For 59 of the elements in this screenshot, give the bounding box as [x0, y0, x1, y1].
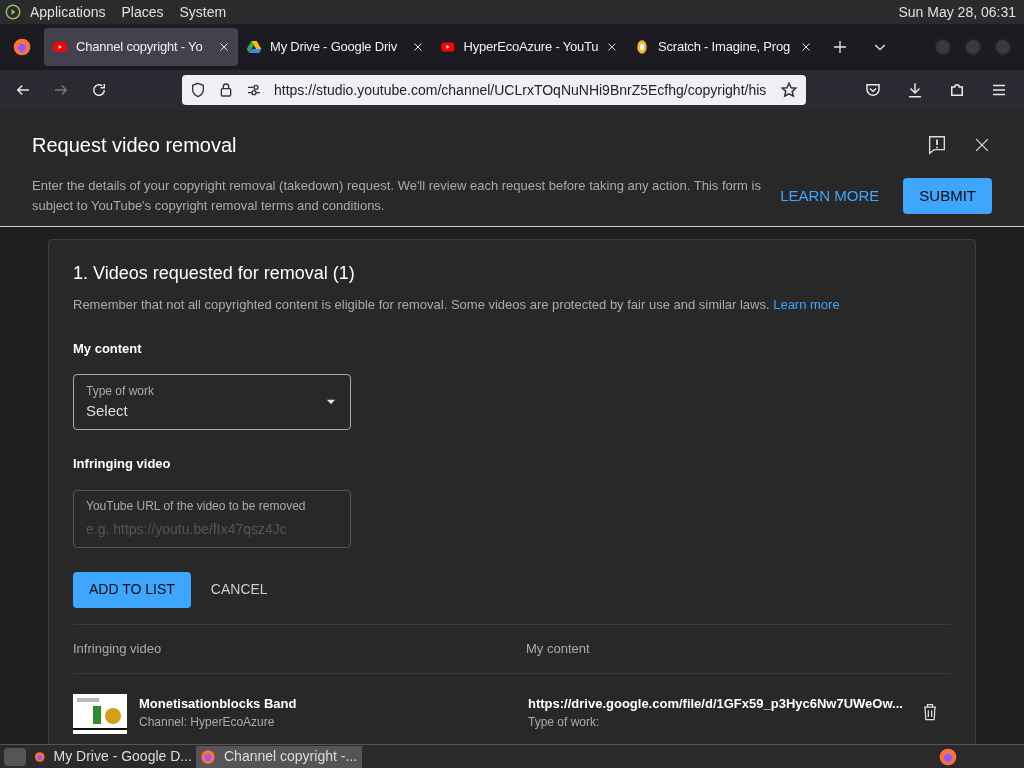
address-bar[interactable]: https://studio.youtube.com/channel/UCLrxTOqNuNHi9BnrZ5Ecfhg/copyright/his — [182, 75, 806, 105]
close-icon[interactable] — [218, 41, 230, 53]
learn-more-button[interactable]: LEARN MORE — [772, 176, 888, 216]
taskbar-button[interactable]: My Drive - Google D... — [30, 745, 196, 768]
clock: Sun May 28, 06:31 — [898, 2, 1016, 22]
play-icon — [52, 39, 68, 55]
menu-item[interactable]: Places — [121, 1, 164, 23]
taskbar-title: Channel copyright -... — [224, 747, 358, 766]
plus-icon[interactable] — [832, 39, 848, 55]
close-icon[interactable] — [606, 41, 618, 53]
field-value: Select — [86, 400, 129, 421]
play-icon — [440, 39, 456, 55]
column-header: Infringing video — [73, 639, 163, 658]
firefox-icon — [200, 748, 216, 765]
close-icon[interactable] — [412, 41, 424, 53]
browser-tab[interactable]: My Drive - Google Driv — [238, 28, 432, 66]
content-url: https://drive.google.com/file/d/1GFx59_p3Hyc6Nw7UWeOw... — [528, 694, 904, 713]
video-thumbnail — [73, 693, 127, 734]
taskbar-button[interactable]: Channel copyright -... — [196, 745, 362, 768]
triangle-logo-icon — [246, 39, 262, 55]
cancel-button[interactable]: CANCEL — [198, 571, 280, 608]
tab-title: My Drive - Google Driv — [270, 38, 399, 57]
learn-more-link[interactable]: Learn more — [773, 297, 840, 312]
column-header: My content — [526, 639, 591, 658]
field-label: YouTube URL of the video to be removed — [86, 498, 307, 515]
add-to-list-button[interactable]: ADD TO LIST — [73, 571, 191, 608]
field-label: Type of work — [86, 382, 156, 400]
dialog-title: Request video removal — [32, 133, 238, 158]
tab-title: HyperEcoAzure - YouTu — [463, 38, 599, 57]
type-of-work-dropdown[interactable]: Type of work Select — [73, 374, 351, 430]
shield-icon — [190, 82, 206, 98]
lock-icon — [218, 82, 234, 98]
video-title: Monetisationblocks Band — [139, 694, 298, 713]
type-of-work-label: Type of work: — [528, 714, 601, 731]
pocket-icon[interactable] — [864, 81, 882, 99]
firefox-icon[interactable] — [12, 37, 32, 57]
menu-item[interactable]: Applications — [30, 1, 106, 23]
tab-title: Scratch - Imagine, Prog — [658, 38, 791, 57]
note-text: Remember that not all copyrighted content is eligible for removal. Some videos are protected by fair use and similar laws. Learn more — [73, 296, 841, 314]
star-icon — [780, 81, 798, 99]
channel-name: Channel: HyperEcoAzure — [139, 714, 276, 731]
url-text: https://studio.youtube.com/channel/UCLrxTOqNuNHi9BnrZ5Ecfhg/copyright/his — [274, 80, 768, 100]
download-icon[interactable] — [906, 81, 924, 99]
submit-button[interactable]: SUBMIT — [903, 178, 992, 214]
browser-tab[interactable]: Channel copyright - Yo — [44, 28, 238, 66]
menu-item[interactable]: System — [179, 1, 227, 23]
taskbar-title: My Drive - Google D... — [53, 747, 192, 766]
section-heading: 1. Videos requested for removal (1) — [73, 262, 356, 285]
firefox-icon[interactable] — [938, 746, 958, 767]
close-icon[interactable] — [800, 41, 812, 53]
feedback-icon[interactable] — [926, 134, 948, 156]
field-label: My content — [73, 339, 143, 358]
tab-title: Channel copyright - Yo — [76, 38, 204, 57]
sliders-icon — [246, 82, 262, 98]
browser-tab[interactable]: HyperEcoAzure - YouTu — [432, 28, 626, 66]
field-label: Infringing video — [73, 455, 172, 473]
description-text: Enter the details of your copyright removal (takedown) request. We'll review each request before taking any action. This form is subject to YouTube's copyright removal terms and conditions. — [32, 177, 762, 215]
browser-tab[interactable]: Scratch - Imagine, Prog — [626, 28, 820, 66]
reload-icon[interactable] — [90, 81, 108, 99]
